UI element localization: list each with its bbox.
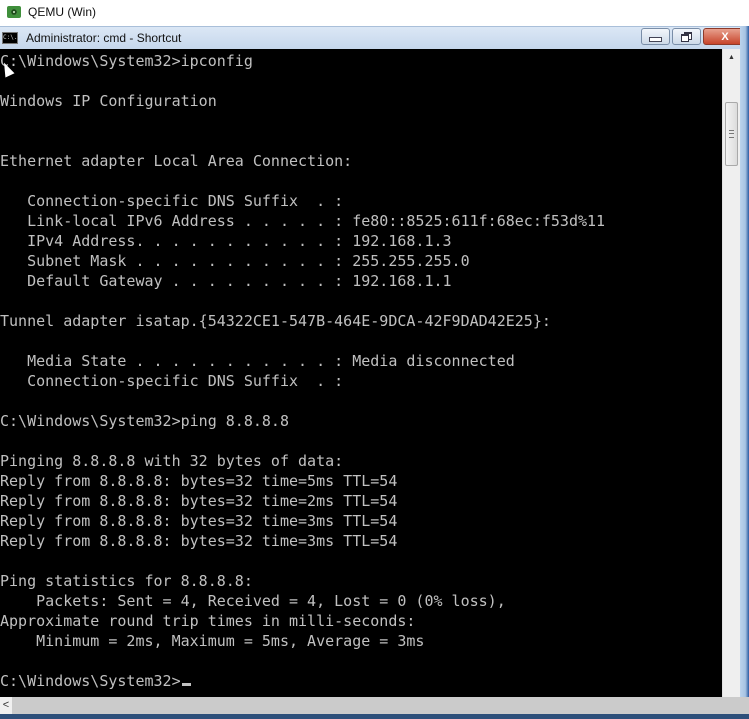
console-line: Approximate round trip times in milli-se…: [0, 612, 416, 630]
console-line: Link-local IPv6 Address . . . . . : fe80…: [0, 212, 606, 230]
console-line: IPv4 Address. . . . . . . . . . . : 192.…: [0, 232, 452, 250]
scroll-up-button[interactable]: ▲: [723, 49, 740, 66]
scroll-left-arrow-icon: <: [2, 699, 10, 711]
grip-icon: [729, 130, 734, 138]
cmd-window-title: Administrator: cmd - Shortcut: [26, 31, 182, 45]
scroll-up-arrow-icon: ▲: [728, 54, 735, 61]
cmd-window-titlebar[interactable]: C:\. Administrator: cmd - Shortcut X: [0, 26, 749, 49]
console-line: Default Gateway . . . . . . . . . : 192.…: [0, 272, 452, 290]
text-cursor: [181, 683, 191, 686]
console-line: Ethernet adapter Local Area Connection:: [0, 152, 353, 170]
taskbar-edge: [0, 714, 749, 719]
vertical-scroll-thumb[interactable]: [725, 102, 738, 166]
console-line: Subnet Mask . . . . . . . . . . . : 255.…: [0, 252, 470, 270]
minimize-icon: [649, 36, 662, 42]
console-line: Reply from 8.8.8.8: bytes=32 time=3ms TT…: [0, 512, 398, 530]
console-text[interactable]: C:\Windows\System32>ipconfig Windows IP C…: [0, 49, 722, 691]
console-line: C:\Windows\System32>ipconfig: [0, 52, 253, 70]
console-line: Media State . . . . . . . . . . . : Medi…: [0, 352, 515, 370]
console-line: Windows IP Configuration: [0, 92, 217, 110]
close-icon: X: [721, 30, 729, 43]
console-line: Pinging 8.8.8.8 with 32 bytes of data:: [0, 452, 344, 470]
window-frame-right: [740, 26, 749, 697]
console-output[interactable]: C:\Windows\System32>ipconfig Windows IP C…: [0, 49, 722, 697]
host-window-title: QEMU (Win): [28, 5, 96, 19]
console-line: Reply from 8.8.8.8: bytes=32 time=5ms TT…: [0, 472, 398, 490]
console-line: Connection-specific DNS Suffix . :: [0, 372, 344, 390]
minimize-button[interactable]: [641, 28, 670, 45]
console-line: C:\Windows\System32>: [0, 671, 722, 691]
console-line: Connection-specific DNS Suffix . :: [0, 192, 344, 210]
vertical-scrollbar[interactable]: ▲: [722, 49, 740, 697]
window-controls: X: [641, 28, 747, 45]
console-line: Reply from 8.8.8.8: bytes=32 time=3ms TT…: [0, 532, 398, 550]
console-line: Minimum = 2ms, Maximum = 5ms, Average = …: [0, 632, 425, 650]
console-line: Tunnel adapter isatap.{54322CE1-547B-464…: [0, 312, 551, 330]
cmd-console-icon[interactable]: C:\.: [2, 32, 18, 44]
scroll-left-button[interactable]: <: [0, 697, 12, 714]
qemu-eye-icon: [7, 6, 21, 18]
console-line: C:\Windows\System32>ping 8.8.8.8: [0, 412, 289, 430]
console-line: Reply from 8.8.8.8: bytes=32 time=2ms TT…: [0, 492, 398, 510]
console-line: Packets: Sent = 4, Received = 4, Lost = …: [0, 592, 506, 610]
host-window-titlebar: QEMU (Win): [0, 0, 749, 24]
restore-icon: [681, 31, 692, 42]
console-line: Ping statistics for 8.8.8.8:: [0, 572, 253, 590]
restore-button[interactable]: [672, 28, 701, 45]
